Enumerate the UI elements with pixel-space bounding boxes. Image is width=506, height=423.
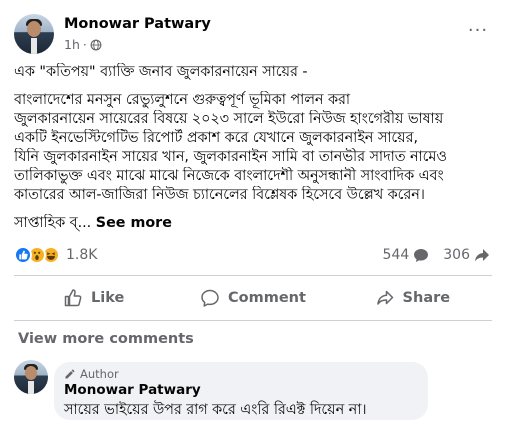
comment-label: Comment bbox=[228, 290, 306, 306]
post-header: Monowar Patwary 1h · ··· bbox=[14, 14, 492, 54]
reaction-count: 1.8K bbox=[66, 247, 98, 263]
post-actions: Like Comment Share bbox=[14, 282, 492, 314]
comment-button[interactable]: Comment bbox=[173, 282, 332, 314]
post-line: কাতারের আল-জাজিরা নিউজ চ্যানেলের বিশ্লেষ… bbox=[14, 187, 425, 203]
engagement-counts: 544 306 bbox=[383, 247, 490, 263]
post-truncated-line: সাপ্তাহিক ব্... See more bbox=[14, 214, 496, 233]
post-intro: এক "কতিপয়" ব্যাক্তি জনাব জুলকারনায়েন স… bbox=[14, 64, 308, 80]
divider bbox=[14, 320, 492, 321]
share-count-link[interactable]: 306 bbox=[443, 247, 490, 263]
post-meta: 1h · bbox=[64, 37, 102, 52]
see-more-link[interactable]: See more bbox=[96, 215, 172, 231]
comment-count-link[interactable]: 544 bbox=[383, 247, 430, 263]
pencil-icon bbox=[65, 369, 75, 379]
post-line: বাংলাদেশের মনসুন রেভ্যুলুশনে গুরুত্বপূর্… bbox=[14, 92, 350, 108]
post-line: জুলকারনায়েন সায়েরের বিষয়ে ২০২৩ সালে ই… bbox=[14, 111, 444, 127]
reactions-summary[interactable]: 1.8K bbox=[14, 246, 97, 264]
share-arrow-icon bbox=[376, 290, 393, 305]
post-stats: 1.8K 544 306 bbox=[14, 246, 492, 268]
comment-count: 544 bbox=[382, 247, 410, 263]
author-badge: Author bbox=[64, 367, 418, 381]
share-label: Share bbox=[402, 290, 451, 306]
share-icon bbox=[475, 249, 489, 262]
divider bbox=[14, 275, 492, 276]
globe-icon bbox=[90, 39, 102, 50]
author-name[interactable]: Monowar Patwary bbox=[64, 16, 211, 32]
meta-separator: · bbox=[82, 37, 87, 52]
view-more-comments-link[interactable]: View more comments bbox=[18, 331, 194, 347]
post-time[interactable]: 1h bbox=[64, 37, 80, 52]
like-button[interactable]: Like bbox=[14, 282, 173, 314]
share-count: 306 bbox=[443, 247, 470, 263]
commenter-name[interactable]: Monowar Patwary bbox=[64, 382, 418, 398]
share-button[interactable]: Share bbox=[333, 282, 492, 314]
commenter-avatar[interactable] bbox=[14, 360, 48, 394]
comment-bubble: Author Monowar Patwary সায়ের ভাইয়ের উপ… bbox=[54, 362, 428, 420]
post-line: একটি ইনভেস্টিগেটিভ রিপোর্ট প্রকাশ করে যে… bbox=[14, 130, 419, 146]
thumbs-up-icon bbox=[64, 289, 82, 307]
more-options-button[interactable]: ··· bbox=[464, 18, 492, 42]
like-icon bbox=[14, 246, 32, 264]
post-truncated-text: সাপ্তাহিক ব্... bbox=[14, 215, 92, 231]
author-badge-label: Author bbox=[80, 367, 119, 381]
comment-item: Author Monowar Patwary সায়ের ভাইয়ের উপ… bbox=[14, 360, 496, 423]
post-line: যিনি জুলকারনাইন সায়ের খান, জুলকারনাইন স… bbox=[14, 149, 447, 165]
author-avatar[interactable] bbox=[14, 14, 54, 54]
comment-text: সায়ের ভাইয়ের উপর রাগ করে এংরি রিএক্ট দ… bbox=[64, 402, 367, 418]
comment-bubble-icon bbox=[201, 289, 219, 307]
post-text: এক "কতিপয়" ব্যাক্তি জনাব জুলকারনায়েন স… bbox=[14, 63, 496, 233]
like-label: Like bbox=[91, 290, 125, 306]
post-line: তালিকাভুক্ত এবং মাঝে মাঝে নিজেকে বাংলাদে… bbox=[14, 168, 444, 184]
comment-icon bbox=[414, 249, 429, 262]
